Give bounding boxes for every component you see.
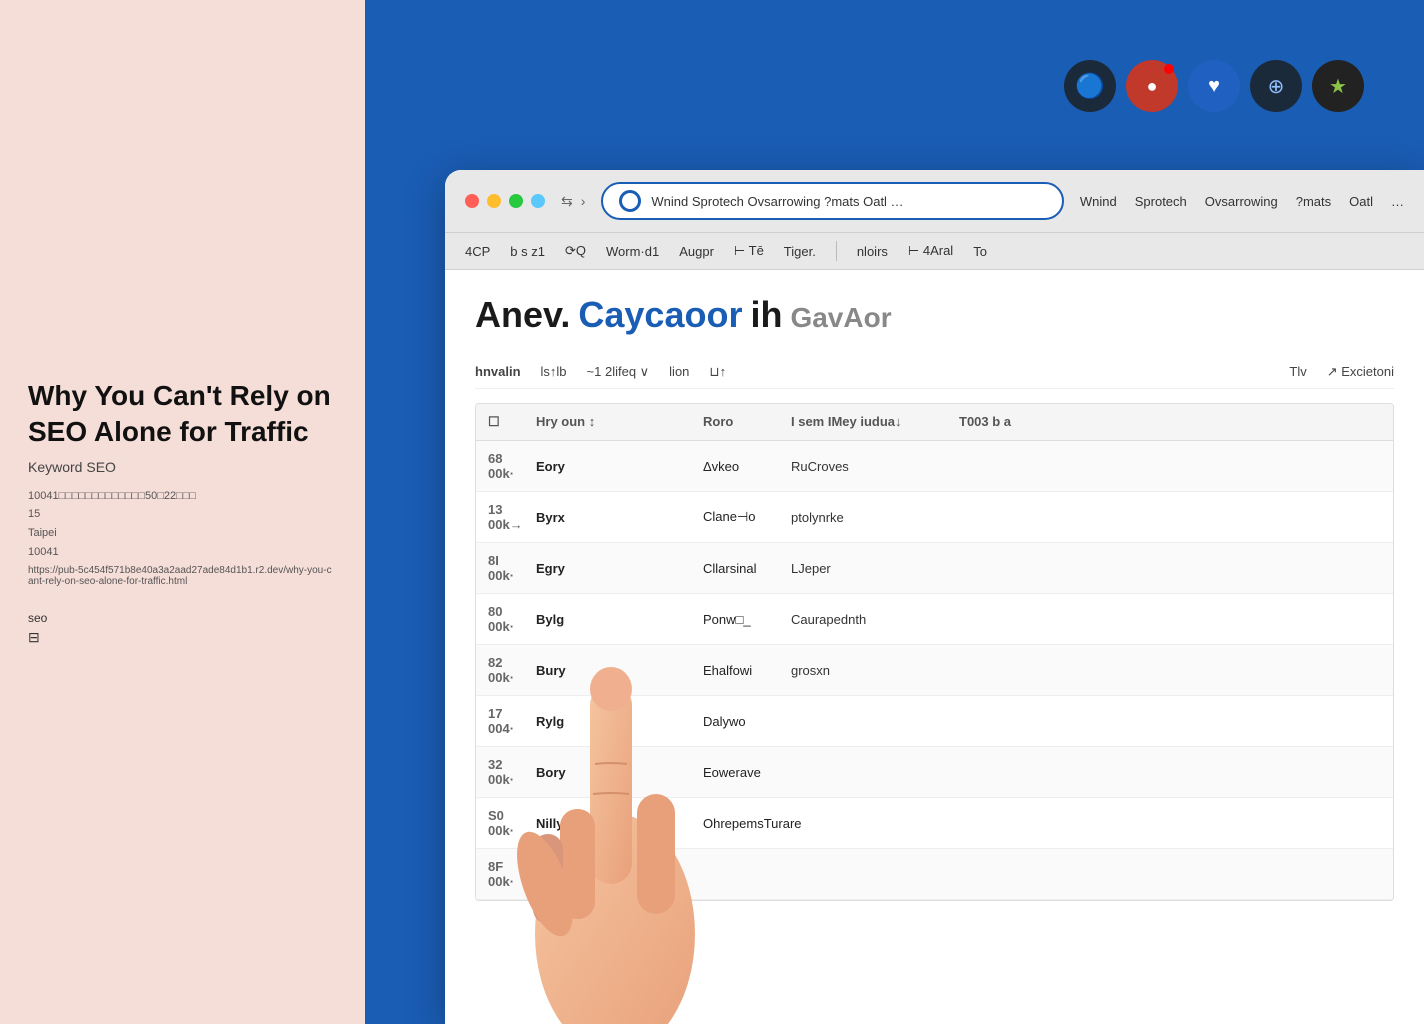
icon-3: ♥ [1208, 75, 1220, 98]
icon-5: ★ [1329, 74, 1347, 99]
col-header-roro[interactable]: Roro [703, 414, 783, 430]
extra-button[interactable] [531, 194, 545, 208]
col-header-7 [1193, 414, 1273, 430]
subnav-item-excietion[interactable]: ↗ Excietoni [1327, 364, 1394, 380]
meta-line2: 15 [28, 505, 337, 524]
row-keyword-2: Byrx [536, 510, 695, 525]
icon-4: ⊕ [1268, 74, 1285, 99]
col-header-sem[interactable]: I sem IMey iudua↓ [791, 414, 951, 430]
toolbar-item-nloirs[interactable]: nloirs [857, 244, 888, 259]
subnav-item-5[interactable]: ⊔↑ [709, 364, 726, 380]
subnav-item-6[interactable]: Tlv [1289, 364, 1306, 380]
toolbar-item-aral[interactable]: ⊢ 4Aral [908, 243, 953, 259]
toolbar-item-tiger[interactable]: Tiger. [784, 244, 816, 259]
row-col3-3: LJeper [791, 561, 951, 576]
row-keyword-1: Eory [536, 459, 695, 474]
browser-toolbar: 4CP b s z1 ⟳Q Worm·d1 Augpr ⊢ Tē Tiger. … [445, 233, 1424, 270]
traffic-lights [465, 194, 545, 208]
row-rank-2: 13 00k→ [488, 502, 528, 532]
row-col3-1: RuCroves [791, 459, 951, 474]
col-header-checkbox: ☐ [488, 414, 528, 430]
bookmark-more[interactable]: … [1391, 194, 1404, 209]
browser-bookmarks: Wnind Sprotech Ovsarrowing ?mats Oatl … [1080, 194, 1404, 209]
row-col2-2: Clane⊣o [703, 509, 783, 525]
content-subnav: hnvalin ls↑lb ~1 2lifeq ∨ lion ⊔↑ Tlv ↗ … [475, 356, 1394, 389]
red-dot-icon [1164, 64, 1174, 74]
toolbar-item-te[interactable]: ⊢ Tē [734, 243, 764, 259]
subnav-spacer [746, 364, 1269, 380]
table-header: ☐ Hry oun ↕ Roro I sem IMey iudua↓ T003 … [476, 404, 1393, 441]
toolbar-item-1[interactable]: 4CP [465, 244, 490, 259]
bookmark-3[interactable]: Ovsarrowing [1205, 194, 1278, 209]
hand-image [485, 534, 765, 1024]
address-bar[interactable]: Wnind Sprotech Ovsarrowing ?mats Oatl … [601, 182, 1063, 220]
icon-circle-5[interactable]: ★ [1312, 60, 1364, 112]
bookmark-2[interactable]: Sprotech [1135, 194, 1187, 209]
col-header-t003[interactable]: T003 b a [959, 414, 1039, 430]
forward-icon[interactable]: › [581, 193, 586, 209]
browser-nav[interactable]: ⇆ › [561, 193, 585, 210]
article-url[interactable]: https://pub-5c454f571b8e40a3a2aad27ade84… [28, 565, 337, 587]
address-text: Wnind Sprotech Ovsarrowing ?mats Oatl … [651, 194, 1045, 209]
icon-circle-4[interactable]: ⊕ [1250, 60, 1302, 112]
worn-ji-label[interactable]: Worm·d1 [606, 244, 659, 259]
bookmark-1[interactable]: Wnind [1080, 194, 1117, 209]
meta-line1: 10041□□□□□□□□□□□□□50□22□□□ [28, 487, 337, 506]
col-header-8 [1281, 414, 1381, 430]
col-header-6 [1105, 414, 1185, 430]
subnav-item-4[interactable]: lion [669, 364, 689, 380]
top-icons-row: 🔵 ● ♥ ⊕ ★ [1064, 60, 1364, 112]
heading-gray: GavAor [790, 302, 891, 334]
subnav-item-2[interactable]: ls↑lb [541, 364, 567, 380]
to-label[interactable]: To [973, 244, 987, 259]
toolbar-item-3[interactable]: ⟳Q [565, 243, 586, 259]
page-heading: Anev. Caycaoor ih GavAor [475, 294, 1394, 336]
close-button[interactable] [465, 194, 479, 208]
icon-circle-2[interactable]: ● [1126, 60, 1178, 112]
browser-window: ⇆ › Wnind Sprotech Ovsarrowing ?mats Oat… [445, 170, 1424, 1024]
row-col3-5: grosxn [791, 663, 951, 678]
heading-prefix: Anev. [475, 294, 570, 336]
maximize-button[interactable] [509, 194, 523, 208]
nav-icon: ⇆ [561, 193, 573, 210]
bookmark-5[interactable]: Oatl [1349, 194, 1373, 209]
heading-suffix: ih [750, 294, 782, 336]
icon-1: 🔵 [1075, 72, 1105, 101]
main-area: 🔵 ● ♥ ⊕ ★ ⇆ › [365, 0, 1424, 1024]
bookmark-4[interactable]: ?mats [1296, 194, 1331, 209]
icon-2: ● [1147, 76, 1158, 97]
row-col3-2: ptolynrke [791, 510, 951, 525]
col-header-5 [1047, 414, 1097, 430]
toolbar-divider [836, 241, 837, 261]
col-header-keyword[interactable]: Hry oun ↕ [536, 414, 695, 430]
subnav-item-3[interactable]: ~1 2lifeq ∨ [587, 364, 650, 380]
tag-icon: ⊟ [28, 629, 337, 646]
meta-line3: Taipei [28, 524, 337, 543]
article-tag: seo [28, 611, 337, 625]
article-title: Why You Can't Rely on SEO Alone for Traf… [28, 378, 337, 451]
browser-chrome: ⇆ › Wnind Sprotech Ovsarrowing ?mats Oat… [445, 170, 1424, 233]
minimize-button[interactable] [487, 194, 501, 208]
toolbar-item-augpr[interactable]: Augpr [679, 244, 714, 259]
table-row[interactable]: 68 00k· Eory Δvkeo RuCroves [476, 441, 1393, 492]
sidebar: Why You Can't Rely on SEO Alone for Traf… [0, 0, 365, 1024]
subnav-item-1[interactable]: hnvalin [475, 364, 521, 380]
row-rank-1: 68 00k· [488, 451, 528, 481]
meta-line4: 10041 [28, 543, 337, 562]
toolbar-item-2[interactable]: b s z1 [510, 244, 545, 259]
browser-loading-circle [619, 190, 641, 212]
row-col3-4: Caurapednth [791, 612, 951, 627]
icon-circle-3[interactable]: ♥ [1188, 60, 1240, 112]
heading-blue: Caycaoor [578, 294, 742, 336]
icon-circle-1[interactable]: 🔵 [1064, 60, 1116, 112]
article-category: Keyword SEO [28, 459, 337, 475]
row-col2-1: Δvkeo [703, 459, 783, 474]
